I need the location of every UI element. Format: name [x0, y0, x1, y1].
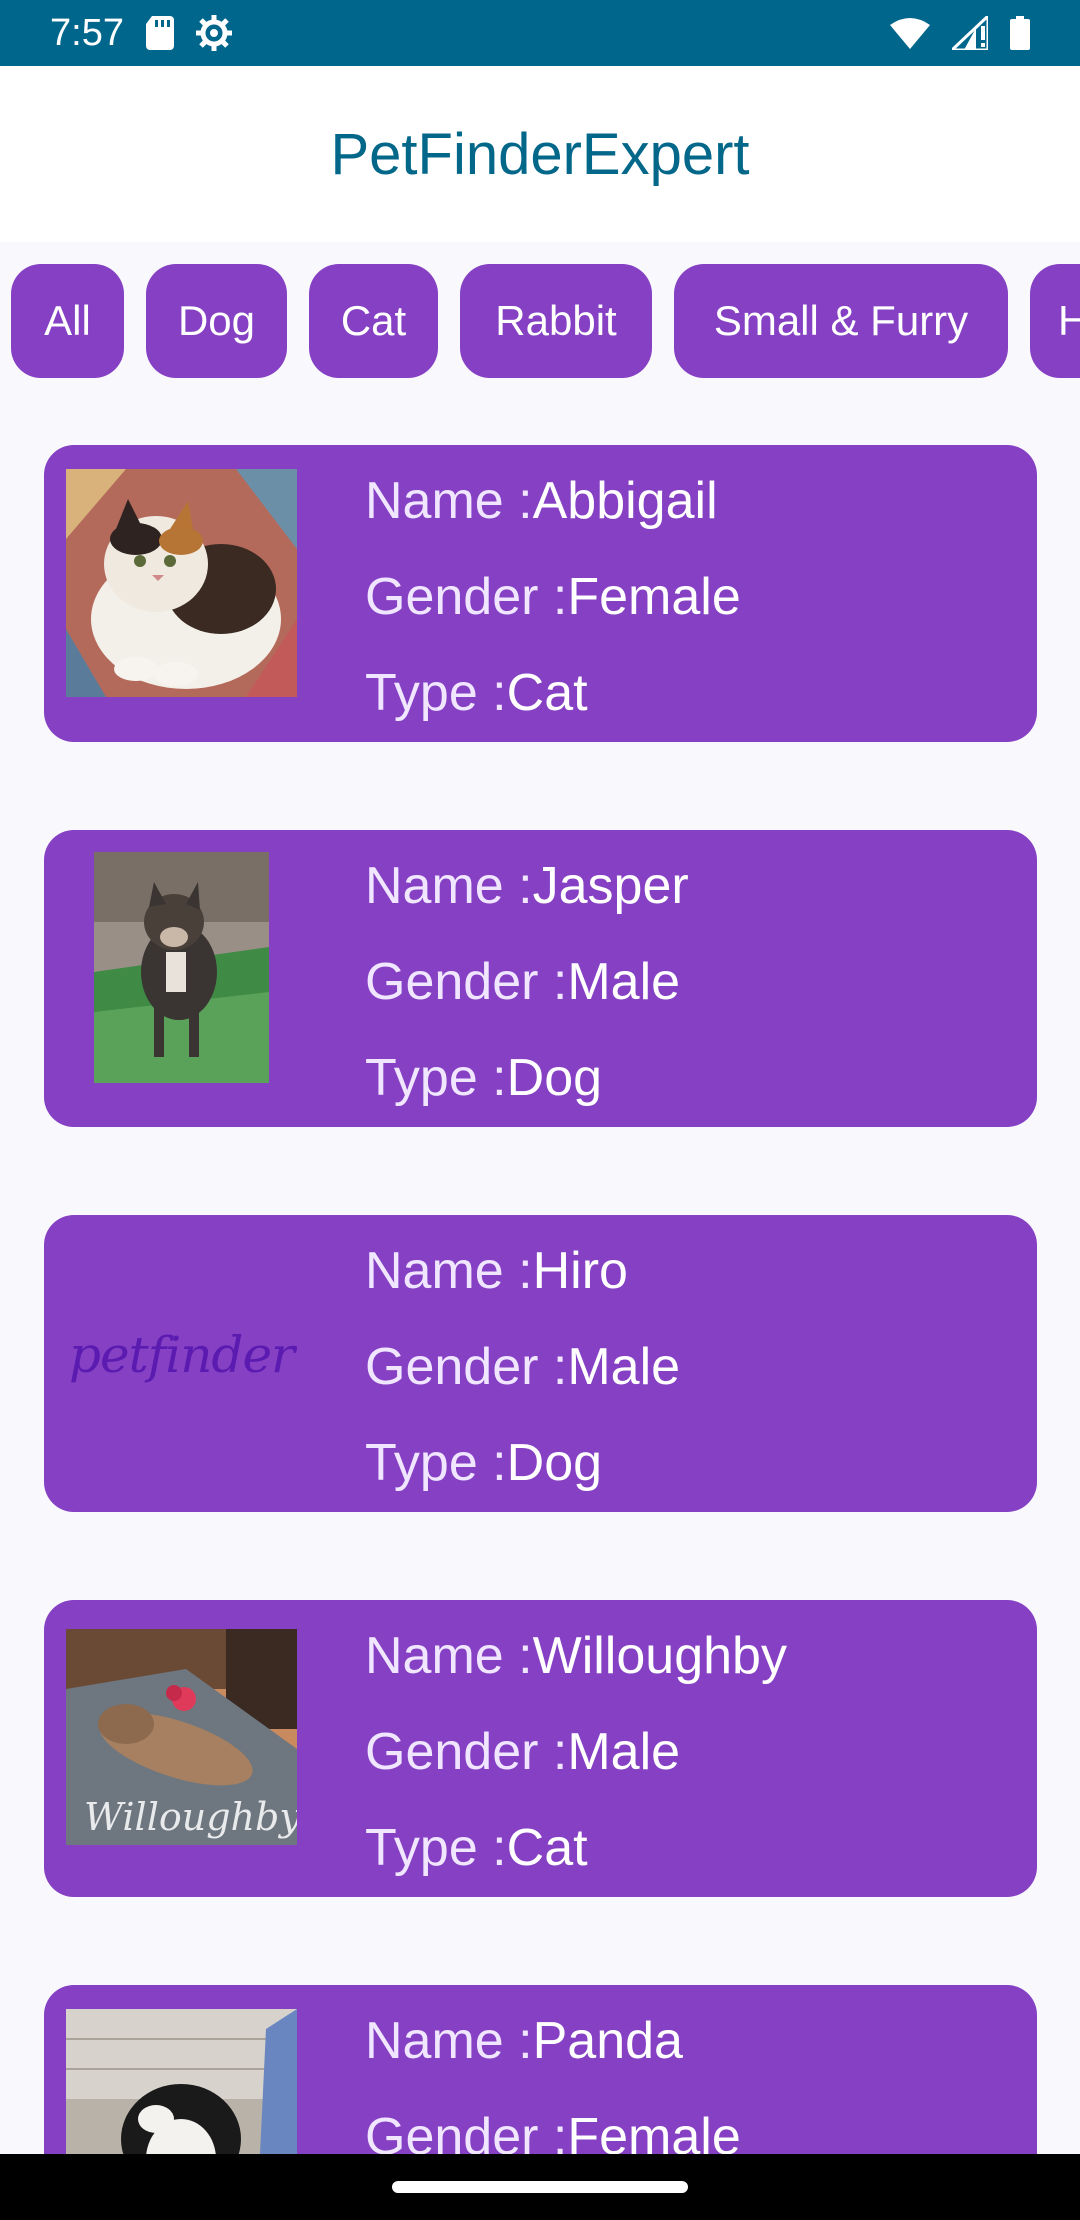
pet-info: Name :Panda Gender :Female Type :Dog: [365, 1993, 741, 2154]
pet-gender: Male: [567, 953, 681, 1011]
type-label: Type :: [365, 1049, 507, 1107]
gender-label: Gender :: [365, 2108, 568, 2154]
photo-caption: Willoughby: [84, 1795, 297, 1839]
name-label: Name :: [365, 472, 533, 530]
pet-list[interactable]: Name : Abbigail Gender : Female Type : Cat: [0, 380, 1080, 2154]
pet-info: Name : Jasper Gender : Male Type : Dog: [365, 838, 689, 1126]
petfinder-logo: petfinder: [66, 1315, 297, 1395]
app-bar: PetFinderExpert: [0, 66, 1080, 242]
pet-card[interactable]: Willoughby Name : Willoughby Gender : Male…: [44, 1600, 1037, 1897]
type-label: Type :: [365, 1434, 507, 1492]
name-row: Name : Panda: [365, 1993, 741, 2089]
wifi-icon: [890, 17, 930, 49]
pet-info: Name : Willoughby Gender : Male Type : Cat: [365, 1608, 787, 1896]
gender-label: Gender :: [365, 568, 568, 626]
status-left: 7:57: [50, 12, 232, 55]
cell-signal-icon: [952, 16, 988, 50]
name-label: Name :: [365, 1627, 533, 1685]
pet-card[interactable]: petfinder Name : Hiro Gender : Male Type :…: [44, 1215, 1037, 1512]
status-bar: 7:57: [0, 0, 1080, 66]
type-row: Type : Dog: [365, 1030, 689, 1126]
filter-chip-horse[interactable]: Horse: [1030, 264, 1080, 378]
filter-chip-cat[interactable]: Cat: [309, 264, 438, 378]
type-label: Type :: [365, 664, 507, 722]
gender-row: Gender : Female: [365, 549, 741, 645]
filter-chip-dog[interactable]: Dog: [146, 264, 287, 378]
name-row: Name : Abbigail: [365, 453, 741, 549]
pet-type: Dog: [506, 1434, 603, 1492]
pet-name: Panda: [532, 2012, 683, 2070]
name-label: Name :: [365, 2012, 533, 2070]
pet-gender: Female: [567, 2108, 741, 2154]
settings-gear-icon: [195, 15, 232, 51]
gender-row: Gender : Male: [365, 1319, 680, 1415]
pet-gender: Male: [567, 1723, 681, 1781]
puppy-photo: [66, 2009, 297, 2154]
pet-info: Name : Abbigail Gender : Female Type : Cat: [365, 453, 741, 741]
battery-icon: [1010, 16, 1030, 50]
type-row: Type : Cat: [365, 1800, 787, 1896]
sd-card-icon: [145, 16, 174, 50]
gender-row: Gender : Male: [365, 934, 689, 1030]
pet-card[interactable]: Name :Panda Gender :Female Type :Dog: [44, 1985, 1037, 2154]
filter-chip-row[interactable]: All Dog Cat Rabbit Small & Furry Horse: [0, 264, 1080, 380]
type-row: Type : Dog: [365, 1415, 680, 1511]
type-row: Type : Cat: [365, 645, 741, 741]
name-row: Name : Willoughby: [365, 1608, 787, 1704]
name-row: Name : Hiro: [365, 1223, 680, 1319]
pet-info: Name : Hiro Gender : Male Type : Dog: [365, 1223, 680, 1511]
home-gesture-handle[interactable]: [392, 2181, 688, 2193]
gender-label: Gender :: [365, 953, 568, 1011]
gender-row: Gender : Male: [365, 1704, 787, 1800]
pet-type: Dog: [506, 1049, 603, 1107]
pet-name: Jasper: [532, 857, 689, 915]
pet-card[interactable]: Name : Jasper Gender : Male Type : Dog: [44, 830, 1037, 1127]
pet-gender: Male: [567, 1338, 681, 1396]
pet-gender: Female: [567, 568, 741, 626]
pet-name: Hiro: [532, 1242, 628, 1300]
gender-label: Gender :: [365, 1723, 568, 1781]
filter-chip-all[interactable]: All: [11, 264, 124, 378]
filter-chip-small-furry[interactable]: Small & Furry: [674, 264, 1008, 378]
pet-type: Cat: [506, 664, 588, 722]
navigation-bar: [0, 2154, 1080, 2220]
cat-calico-photo: [66, 469, 297, 697]
app-title: PetFinderExpert: [330, 121, 750, 187]
status-time: 7:57: [50, 11, 124, 54]
status-right: [890, 16, 1030, 50]
tabby-cat-photo: Willoughby: [66, 1629, 297, 1845]
pet-type: Cat: [506, 1819, 588, 1877]
gender-label: Gender :: [365, 1338, 568, 1396]
type-label: Type :: [365, 1819, 507, 1877]
filter-chip-rabbit[interactable]: Rabbit: [460, 264, 652, 378]
pet-name: Willoughby: [532, 1627, 787, 1685]
gender-row: Gender : Female: [365, 2089, 741, 2154]
name-label: Name :: [365, 1242, 533, 1300]
name-label: Name :: [365, 857, 533, 915]
pet-card[interactable]: Name : Abbigail Gender : Female Type : Cat: [44, 445, 1037, 742]
dog-on-mat-photo: [94, 852, 269, 1083]
petfinder-logo-text: petfinder: [69, 1326, 295, 1384]
name-row: Name : Jasper: [365, 838, 689, 934]
pet-name: Abbigail: [532, 472, 718, 530]
